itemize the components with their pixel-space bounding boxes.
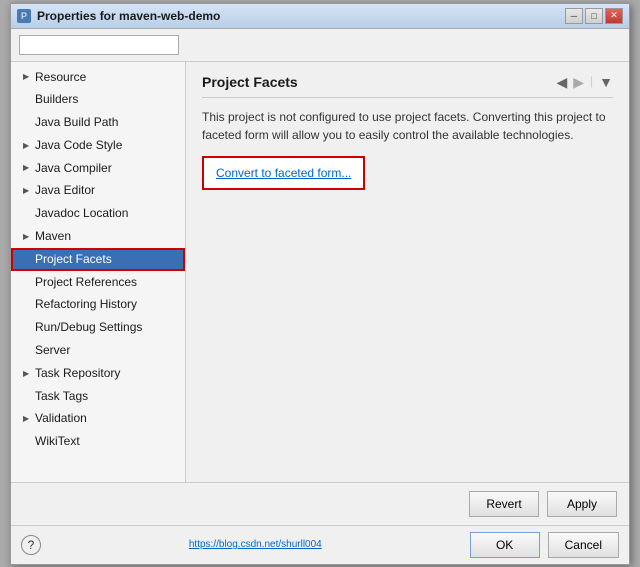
arrow-icon: ▶ — [23, 185, 31, 196]
sidebar-item-server[interactable]: Server — [11, 339, 185, 362]
sidebar-item-resource[interactable]: ▶ Resource — [11, 66, 185, 89]
forward-arrow-icon[interactable]: ▶ — [573, 74, 584, 91]
sidebar-item-javadoc-location[interactable]: Javadoc Location — [11, 202, 185, 225]
title-bar: P Properties for maven-web-demo ─ □ ✕ — [11, 4, 629, 29]
ok-button[interactable]: OK — [470, 532, 540, 558]
close-button[interactable]: ✕ — [605, 8, 623, 24]
content-panel: Project Facets ◀ ▶ | ▼ This project is n… — [186, 62, 629, 482]
arrow-icon: ▶ — [23, 71, 31, 82]
arrow-icon: ▶ — [23, 413, 31, 424]
back-arrow-icon[interactable]: ◀ — [556, 74, 567, 91]
main-content: ▶ Resource Builders Java Build Path ▶ Ja… — [11, 62, 629, 482]
properties-window: P Properties for maven-web-demo ─ □ ✕ ▶ … — [10, 3, 630, 565]
sidebar-item-project-references[interactable]: Project References — [11, 271, 185, 294]
sidebar-item-wikitext[interactable]: WikiText — [11, 430, 185, 453]
title-bar-left: P Properties for maven-web-demo — [17, 9, 220, 23]
panel-description: This project is not configured to use pr… — [202, 108, 613, 144]
divider — [202, 97, 613, 98]
sidebar-item-maven[interactable]: ▶ Maven — [11, 225, 185, 248]
search-input[interactable] — [19, 35, 179, 55]
sidebar-item-builders[interactable]: Builders — [11, 88, 185, 111]
revert-button[interactable]: Revert — [469, 491, 539, 517]
footer-buttons: OK Cancel — [470, 532, 619, 558]
cancel-button[interactable]: Cancel — [548, 532, 619, 558]
maximize-button[interactable]: □ — [585, 8, 603, 24]
bottom-action-buttons: Revert Apply — [11, 482, 629, 525]
convert-box: Convert to faceted form... — [202, 156, 365, 190]
sidebar-item-java-build-path[interactable]: Java Build Path — [11, 111, 185, 134]
sidebar-item-project-facets[interactable]: Project Facets — [11, 248, 185, 271]
help-button[interactable]: ? — [21, 535, 41, 555]
footer: ? https://blog.csdn.net/shurll004 OK Can… — [11, 525, 629, 564]
footer-link[interactable]: https://blog.csdn.net/shurll004 — [189, 539, 322, 550]
convert-link[interactable]: Convert to faceted form... — [216, 166, 351, 180]
sidebar-item-run-debug-settings[interactable]: Run/Debug Settings — [11, 316, 185, 339]
window-icon: P — [17, 9, 31, 23]
arrow-icon: ▶ — [23, 162, 31, 173]
arrow-icon: ▶ — [23, 231, 31, 242]
arrow-icon: ▶ — [23, 140, 31, 151]
nav-separator: | — [590, 74, 593, 91]
apply-button[interactable]: Apply — [547, 491, 617, 517]
panel-title: Project Facets — [202, 74, 298, 90]
sidebar: ▶ Resource Builders Java Build Path ▶ Ja… — [11, 62, 186, 482]
window-title: Properties for maven-web-demo — [37, 9, 220, 23]
sidebar-item-java-code-style[interactable]: ▶ Java Code Style — [11, 134, 185, 157]
title-buttons: ─ □ ✕ — [565, 8, 623, 24]
nav-arrows: ◀ ▶ | ▼ — [556, 74, 613, 91]
sidebar-item-validation[interactable]: ▶ Validation — [11, 407, 185, 430]
search-bar — [11, 29, 629, 62]
sidebar-item-task-tags[interactable]: Task Tags — [11, 385, 185, 408]
sidebar-item-refactoring-history[interactable]: Refactoring History — [11, 293, 185, 316]
arrow-icon: ▶ — [23, 368, 31, 379]
sidebar-item-task-repository[interactable]: ▶ Task Repository — [11, 362, 185, 385]
sidebar-item-java-editor[interactable]: ▶ Java Editor — [11, 179, 185, 202]
sidebar-item-java-compiler[interactable]: ▶ Java Compiler — [11, 157, 185, 180]
minimize-button[interactable]: ─ — [565, 8, 583, 24]
dropdown-arrow-icon[interactable]: ▼ — [599, 74, 613, 91]
